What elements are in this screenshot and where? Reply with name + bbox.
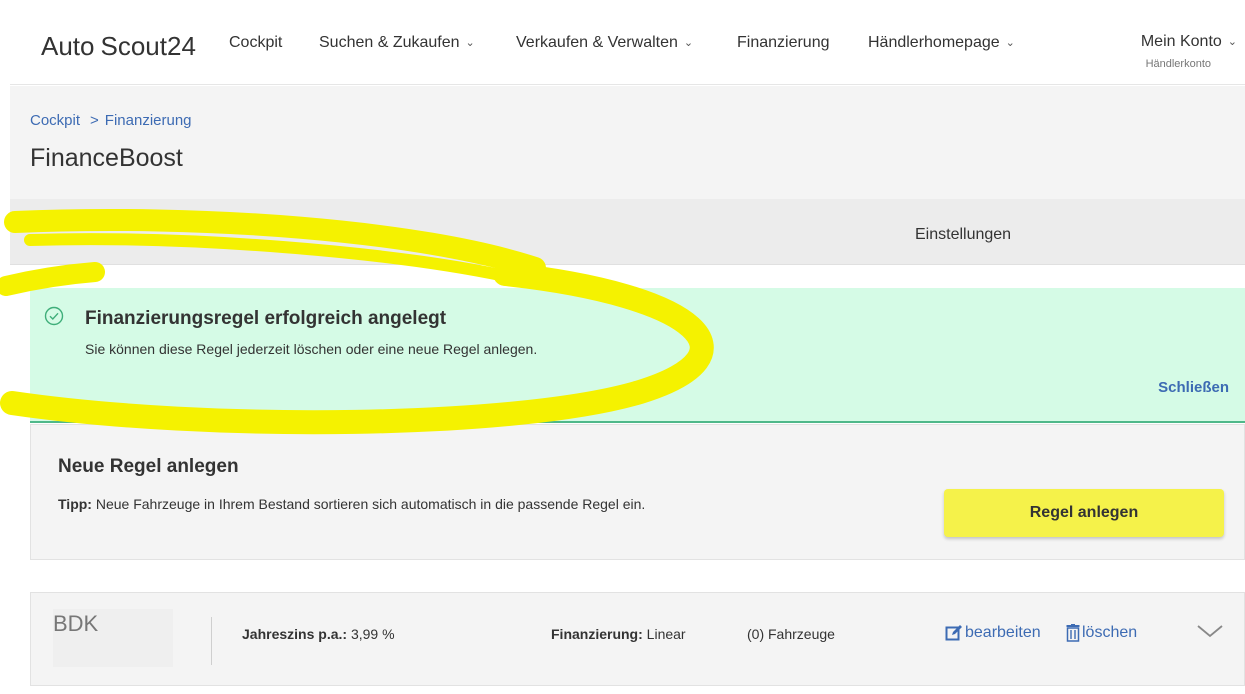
nav-item-label: Cockpit [229,34,283,51]
chevron-down-icon: ⌄ [683,37,694,49]
bank-name: BDK [53,611,99,636]
divider [211,617,212,665]
tip-message: Neue Fahrzeuge in Ihrem Bestand sortiere… [95,496,646,512]
account-type: Händlerkonto [1145,58,1211,70]
financing-type: Finanzierung: Linear [551,626,686,642]
tabs-row: Einstellungen [10,199,1245,265]
nav-item-label: Suchen & Zukaufen [319,34,460,51]
create-rule-button[interactable]: Regel anlegen [944,489,1224,537]
chevron-down-icon: ⌄ [1005,37,1015,49]
tip-text: Tipp: Neue Fahrzeuge in Ihrem Bestand so… [58,496,645,512]
logo-auto-text: Auto [38,31,98,62]
trash-icon [1066,624,1080,642]
financing-value: Linear [646,626,686,642]
tip-label: Tipp: [58,496,92,512]
success-notification: Finanzierungsregel erfolgreich angelegt … [30,288,1245,423]
new-rule-card: Neue Regel anlegen Tipp: Neue Fahrzeuge … [30,424,1245,560]
breadcrumb-finanzierung[interactable]: Finanzierung [105,112,192,129]
nav-item-label: Finanzierung [737,34,830,51]
breadcrumb: Cockpit > Finanzierung [30,112,192,129]
delete-rule-link[interactable]: löschen [1066,624,1137,642]
nav-item-finanzierung[interactable]: Finanzierung [737,34,830,52]
tab-einstellungen[interactable]: Einstellungen [915,226,1011,244]
chevron-down-icon: ⌄ [1227,36,1237,48]
nav-item-label: Händlerhomepage [868,34,1000,51]
expand-chevron-icon[interactable] [1196,621,1224,641]
account-label: Mein Konto ⌄ [1140,33,1237,50]
success-message: Sie können diese Regel jederzeit löschen… [85,341,538,357]
account-menu[interactable]: Mein Konto ⌄ Händlerkonto [1141,33,1237,70]
edit-icon [945,625,962,641]
nav-item-haendlerhomepage[interactable]: Händlerhomepage ⌄ [868,34,1015,52]
interest-rate-value: 3,99 % [350,626,395,642]
top-navigation: Auto Scout24 Cockpit Suchen & Zukaufen ⌄ … [10,0,1245,85]
delete-label: löschen [1082,624,1138,641]
interest-rate-label: Jahreszins p.a.: [242,626,348,642]
page-header: Cockpit > Finanzierung FinanceBoost [10,86,1245,199]
interest-rate: Jahreszins p.a.: 3,99 % [242,626,395,642]
nav-item-cockpit[interactable]: Cockpit [229,34,282,52]
new-rule-title: Neue Regel anlegen [58,456,239,477]
rule-row: BDK Jahreszins p.a.: 3,99 % Finanzierung… [30,592,1245,686]
edit-rule-link[interactable]: bearbeiten [945,624,1041,642]
autoscout24-logo[interactable]: Auto Scout24 [38,26,196,66]
nav-item-verkaufen-verwalten[interactable]: Verkaufen & Verwalten ⌄ [516,34,693,52]
nav-item-suchen-zukaufen[interactable]: Suchen & Zukaufen ⌄ [319,34,475,52]
breadcrumb-cockpit[interactable]: Cockpit [30,112,80,129]
financing-label: Finanzierung: [551,626,643,642]
chevron-down-icon: ⌄ [465,37,475,49]
close-button[interactable]: Schließen [1158,379,1229,396]
success-title: Finanzierungsregel erfolgreich angelegt [85,308,447,329]
breadcrumb-separator-icon: > [90,112,99,129]
logo-scout-text: Scout24 [100,30,196,61]
vehicle-count: (0) Fahrzeuge [747,626,835,642]
page-title: FinanceBoost [30,144,183,172]
nav-item-label: Verkaufen & Verwalten [516,34,678,51]
edit-label: bearbeiten [965,624,1041,641]
check-circle-icon [44,306,64,326]
